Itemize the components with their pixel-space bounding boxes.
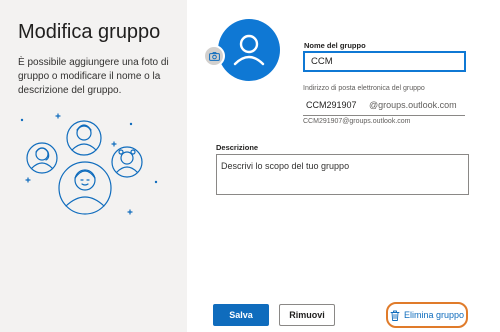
- delete-group-label: Elimina gruppo: [403, 310, 465, 320]
- person-icon: [233, 34, 265, 66]
- email-alias-field[interactable]: CCM291907 @groups.outlook.com: [303, 95, 465, 116]
- group-email-label: Indirizzo di posta elettronica del grupp…: [303, 85, 425, 92]
- email-alias-value: CCM291907: [306, 100, 357, 110]
- description-textarea[interactable]: [216, 154, 469, 195]
- page-description: È possibile aggiungere una foto di grupp…: [18, 57, 169, 96]
- save-button[interactable]: Salva: [213, 304, 269, 326]
- group-name-label: Nome del gruppo: [304, 41, 366, 50]
- people-group-illustration: [20, 113, 158, 215]
- email-full-address: CCM291907@groups.outlook.com: [303, 118, 411, 125]
- delete-group-button[interactable]: Elimina gruppo: [386, 302, 468, 328]
- group-avatar[interactable]: [218, 19, 280, 81]
- trash-icon: [390, 310, 400, 321]
- description-label: Descrizione: [216, 143, 259, 152]
- remove-button[interactable]: Rimuovi: [279, 304, 335, 326]
- page-title: Modifica gruppo: [18, 21, 161, 43]
- left-pane: Modifica gruppo È possibile aggiungere u…: [0, 0, 187, 332]
- change-photo-button[interactable]: [203, 45, 225, 67]
- email-domain: @groups.outlook.com: [369, 100, 457, 110]
- group-name-input[interactable]: [303, 51, 466, 72]
- camera-icon: [208, 51, 220, 61]
